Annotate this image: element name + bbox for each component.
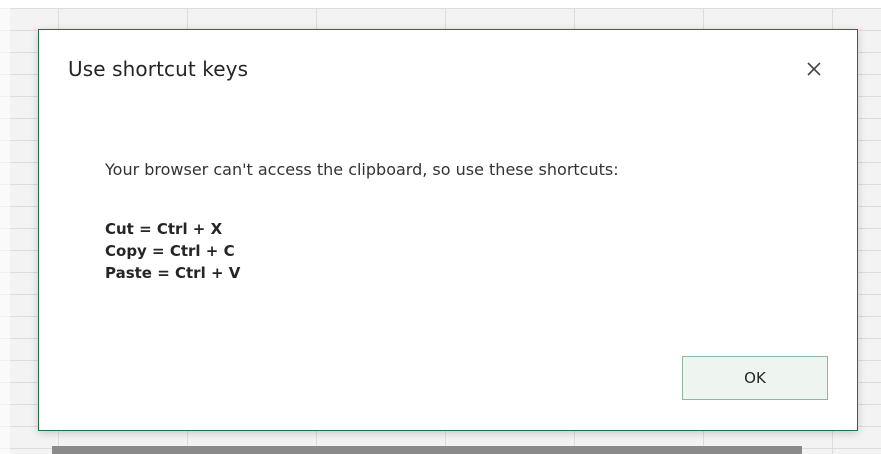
shortcut-list: Cut = Ctrl + X Copy = Ctrl + C Paste = C… bbox=[105, 218, 240, 284]
shortcut-cut: Cut = Ctrl + X bbox=[105, 220, 223, 238]
screen: Use shortcut keys Your browser can't acc… bbox=[0, 0, 881, 454]
close-button[interactable] bbox=[799, 54, 829, 84]
shortcut-paste: Paste = Ctrl + V bbox=[105, 264, 241, 282]
dialog-message: Your browser can't access the clipboard,… bbox=[105, 160, 619, 179]
dialog-title: Use shortcut keys bbox=[68, 57, 249, 81]
shortcut-copy: Copy = Ctrl + C bbox=[105, 242, 235, 260]
ok-button[interactable]: OK bbox=[682, 356, 828, 400]
row-header-strip bbox=[0, 8, 10, 454]
shortcut-keys-dialog: Use shortcut keys Your browser can't acc… bbox=[38, 29, 858, 431]
close-icon bbox=[807, 62, 821, 76]
top-strip bbox=[0, 0, 881, 8]
horizontal-scrollbar[interactable] bbox=[52, 446, 802, 454]
